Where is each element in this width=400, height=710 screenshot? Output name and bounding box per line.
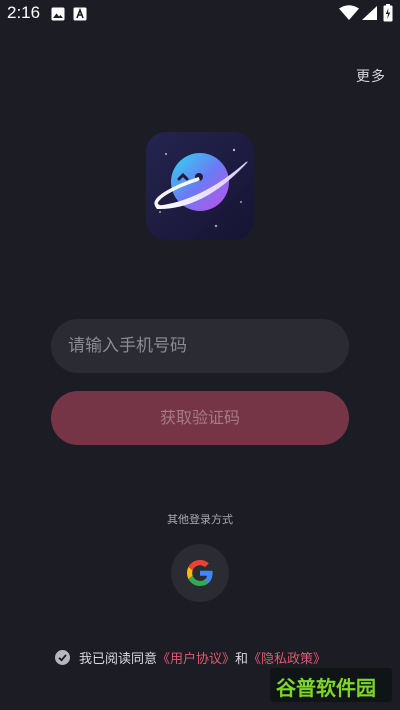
status-time: 2:16	[7, 3, 41, 22]
signal-icon	[361, 5, 378, 25]
agreement-row: 我已阅读同意 《用户协议》 和 《隐私政策》	[55, 648, 326, 667]
agreement-prefix: 我已阅读同意	[79, 651, 158, 667]
get-code-button[interactable]: 获取验证码	[51, 391, 349, 445]
wifi-icon	[339, 5, 359, 25]
planet-app-icon	[146, 132, 254, 240]
google-icon	[187, 560, 213, 586]
battery-icon	[383, 4, 393, 26]
image-icon	[51, 6, 65, 25]
status-bar: 2:16	[0, 0, 400, 28]
phone-number-input[interactable]	[51, 319, 349, 373]
check-icon	[58, 653, 67, 662]
agreement-and: 和	[235, 651, 249, 667]
watermark-text: 谷普软件园	[276, 676, 376, 700]
more-button[interactable]: 更多	[356, 66, 386, 86]
login-screen: 2:16 更多 请输入手机号码 获取验证码 其他登录方式 我已阅读同意 《用户协…	[0, 0, 400, 710]
privacy-policy-link[interactable]: 《隐私政策》	[248, 648, 326, 667]
a-notification-icon	[73, 6, 87, 25]
other-login-title: 其他登录方式	[167, 513, 233, 526]
google-login-button[interactable]	[171, 544, 229, 602]
agree-checkbox[interactable]	[55, 649, 70, 665]
watermark-logo: 谷普软件园	[270, 668, 392, 702]
user-agreement-link[interactable]: 《用户协议》	[157, 648, 235, 667]
